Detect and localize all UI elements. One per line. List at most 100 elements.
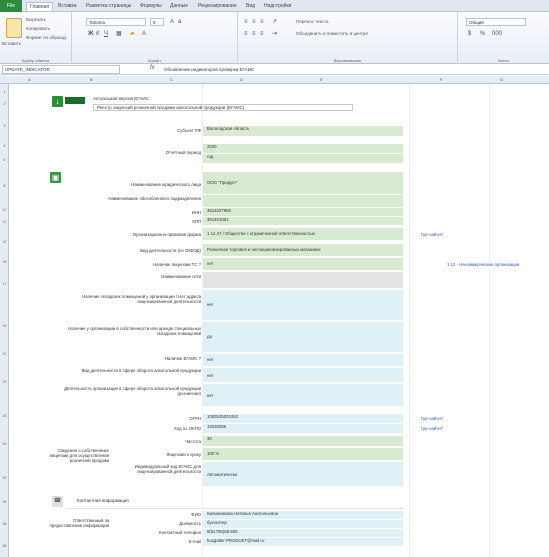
- contact-email-value[interactable]: buxgalter-PRODUKT@mail.ru: [203, 538, 403, 546]
- percent-icon[interactable]: %: [480, 30, 485, 38]
- format-painter-button[interactable]: Формат по образцу: [26, 34, 66, 41]
- subject-value[interactable]: Вологодская область: [203, 126, 403, 136]
- tab-formulas[interactable]: Формулы: [140, 2, 162, 11]
- column-header[interactable]: A: [28, 76, 31, 84]
- align-bottom-icon[interactable]: ≡: [260, 18, 264, 26]
- row-header[interactable]: 15: [0, 260, 9, 264]
- row-header[interactable]: 6: [0, 158, 9, 162]
- currency-icon[interactable]: $: [468, 30, 471, 38]
- okpo-value[interactable]: 19336056: [203, 424, 403, 433]
- period-year-value[interactable]: 2020: [203, 144, 403, 153]
- org-name-value[interactable]: ООО "Продукт": [203, 172, 403, 194]
- tab-home[interactable]: Главная: [26, 2, 54, 11]
- tab-view[interactable]: Вид: [246, 2, 255, 11]
- wrap-text-button[interactable]: Перенос текста: [296, 18, 329, 25]
- egais-code-value[interactable]: Автоматически: [203, 462, 403, 486]
- column-header[interactable]: C: [170, 76, 173, 84]
- orientation-icon[interactable]: ↗: [272, 18, 277, 26]
- license-value[interactable]: нет: [203, 258, 403, 270]
- row-header[interactable]: 13: [0, 240, 9, 244]
- align-left-icon[interactable]: ≡: [244, 30, 248, 38]
- tab-page-layout[interactable]: Разметка страницы: [86, 2, 131, 11]
- row-header[interactable]: 11: [0, 220, 9, 224]
- row-header[interactable]: 19: [0, 324, 9, 328]
- shrink-font-icon[interactable]: a: [178, 18, 181, 26]
- indent-icon[interactable]: ⇥: [272, 30, 277, 38]
- row-header[interactable]: 36: [0, 522, 9, 526]
- copy-button[interactable]: Копировать: [26, 25, 50, 32]
- merge-center-button[interactable]: Объединить и поместить в центре: [296, 30, 368, 37]
- column-header[interactable]: G: [500, 76, 503, 84]
- column-header[interactable]: F: [440, 76, 442, 84]
- column-header[interactable]: E: [320, 76, 323, 84]
- row-header[interactable]: 29: [0, 442, 9, 446]
- number-format-select[interactable]: Общий: [466, 18, 526, 26]
- fill-color-icon[interactable]: ▰: [130, 30, 135, 38]
- period-type-value[interactable]: год: [203, 154, 403, 163]
- align-middle-icon[interactable]: ≡: [252, 18, 256, 26]
- row-header[interactable]: 32: [0, 476, 9, 480]
- ogrn-value[interactable]: 1083535001063: [203, 414, 403, 423]
- alc-activity-value[interactable]: нет: [203, 368, 403, 382]
- network-value[interactable]: [203, 272, 403, 288]
- align-top-icon[interactable]: ≡: [244, 18, 248, 26]
- paste-button[interactable]: Вставить: [2, 40, 21, 47]
- tab-data[interactable]: Данные: [170, 2, 188, 11]
- row-header[interactable]: 21: [0, 352, 9, 356]
- org-type-link[interactable]: 1 12 - Некоммерческие организации: [447, 262, 519, 267]
- bold-icon[interactable]: Ж: [88, 30, 93, 38]
- row-header[interactable]: 34: [0, 500, 9, 504]
- branch-value[interactable]: [203, 195, 403, 207]
- align-right-icon[interactable]: ≡: [260, 30, 264, 38]
- contact-phone-value[interactable]: 8(81755)55-555: [203, 529, 403, 537]
- retail-activity-value[interactable]: нет: [203, 384, 403, 406]
- row-header[interactable]: 26: [0, 414, 9, 418]
- row-header[interactable]: 5: [0, 144, 9, 148]
- borders-icon[interactable]: ▦: [116, 30, 122, 38]
- row-header[interactable]: 1: [0, 90, 9, 94]
- font-name-select[interactable]: Tahoma: [86, 18, 146, 26]
- comma-icon[interactable]: 000: [492, 30, 502, 38]
- row-header[interactable]: 38: [0, 544, 9, 548]
- contact-fio-value[interactable]: Калинникова Наталья Анатольевна: [203, 511, 403, 519]
- license-term-value[interactable]: 100 %: [203, 448, 403, 460]
- file-tab[interactable]: File: [0, 0, 22, 12]
- italic-icon[interactable]: К: [96, 30, 100, 38]
- kpp-value[interactable]: 351401001: [203, 217, 403, 225]
- row-header[interactable]: 2: [0, 102, 9, 106]
- update-button[interactable]: [65, 97, 86, 104]
- tab-addins[interactable]: Надстройки: [264, 2, 291, 11]
- cut-button[interactable]: Вырезать: [26, 16, 46, 23]
- formula-input[interactable]: Обновление индикаторов проверки ЕГАИС: [164, 65, 254, 74]
- row-header[interactable]: 10: [0, 208, 9, 212]
- column-header[interactable]: B: [90, 76, 93, 84]
- grow-font-icon[interactable]: A: [170, 18, 174, 26]
- name-box[interactable]: UPDATE_INDICATOR: [2, 65, 120, 74]
- legal-form-help-link[interactable]: Где найти?: [421, 232, 443, 237]
- frequency-value[interactable]: 30: [203, 436, 403, 446]
- contact-position-value[interactable]: бухгалтер: [203, 520, 403, 528]
- egais-value[interactable]: нет: [203, 354, 403, 366]
- column-header[interactable]: D: [240, 76, 243, 84]
- row-header[interactable]: 3: [0, 124, 9, 128]
- worksheet-grid[interactable]: ↓ Актуальная версия ЕГАИС Реестр лицензи…: [9, 84, 549, 557]
- paste-icon[interactable]: [6, 18, 22, 38]
- storage-value[interactable]: нет: [203, 290, 403, 320]
- tab-insert[interactable]: Вставка: [58, 2, 77, 11]
- legal-form-value[interactable]: 1 12 47 / Общество с ограниченной ответс…: [203, 228, 403, 240]
- ogrn-help-link[interactable]: Где найти?: [421, 416, 443, 421]
- okpo-help-link[interactable]: Где найти?: [421, 426, 443, 431]
- update-arrow-icon[interactable]: ↓: [52, 96, 63, 107]
- row-header[interactable]: 23: [0, 380, 9, 384]
- fx-icon[interactable]: fx: [150, 65, 155, 71]
- font-color-icon[interactable]: A: [142, 30, 146, 38]
- row-header[interactable]: 8: [0, 184, 9, 188]
- row-header[interactable]: 17: [0, 282, 9, 286]
- font-size-select[interactable]: 8: [150, 18, 164, 26]
- activity-value[interactable]: Розничная торговля в неспециализированны…: [203, 244, 403, 256]
- tab-review[interactable]: Рецензирование: [198, 2, 237, 11]
- align-center-icon[interactable]: ≡: [252, 30, 256, 38]
- special-storage-value[interactable]: да: [203, 322, 403, 352]
- underline-icon[interactable]: Ч: [104, 30, 108, 38]
- inn-value[interactable]: 3514027960: [203, 208, 403, 216]
